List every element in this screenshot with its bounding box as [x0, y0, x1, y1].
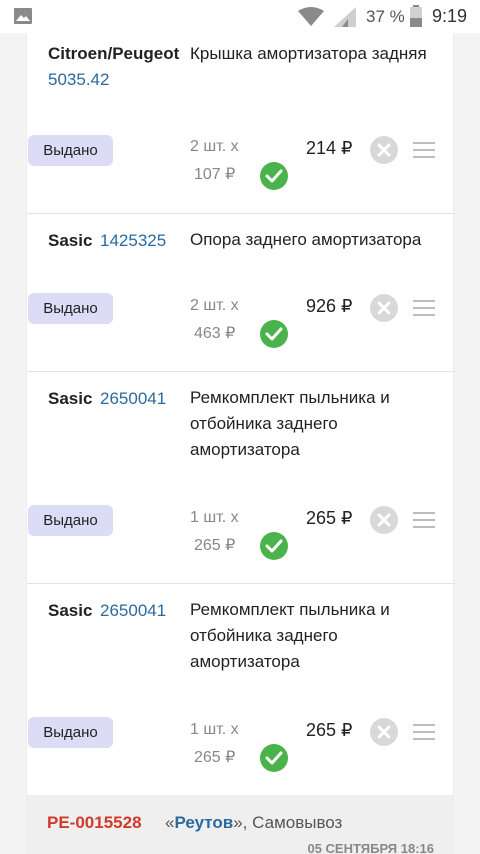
item-total: 265 ₽	[306, 508, 353, 528]
item-article[interactable]: 5035.42	[48, 70, 109, 90]
order-location: «Реутов», Самовывоз	[165, 813, 342, 833]
item-brand: Citroen/Peugeot	[48, 44, 180, 63]
image-icon	[14, 8, 32, 24]
order-header[interactable]: РЕ-0015528 «Реутов», Самовывоз 05 СЕНТЯБ…	[26, 795, 454, 854]
item-unit-price: 265 ₽	[194, 537, 236, 554]
item-qty: 2 шт. x	[190, 138, 239, 155]
order-delivery: Самовывоз	[252, 813, 343, 832]
item-unit-price: 463 ₽	[194, 325, 236, 342]
remove-icon[interactable]	[370, 136, 398, 164]
item-brand: Sasic	[48, 389, 93, 408]
item-name: Ремкомплект пыльника и отбойника заднего…	[190, 388, 390, 459]
item-name: Ремкомплект пыльника и отбойника заднего…	[190, 600, 390, 671]
item-name: Опора заднего амортизатора	[190, 230, 422, 249]
divider	[27, 371, 455, 372]
battery-icon	[410, 5, 422, 27]
check-icon	[260, 532, 288, 560]
check-icon	[260, 162, 288, 190]
clock: 9:19	[432, 6, 468, 26]
item-qty: 2 шт. x	[190, 297, 239, 314]
item-brand: Sasic	[48, 601, 93, 620]
status-bar: 37 % 9:19	[0, 0, 480, 33]
item-unit-price: 107 ₽	[194, 166, 236, 183]
item-total: 926 ₽	[306, 296, 353, 316]
item-brand: Sasic	[48, 231, 93, 250]
signal-icon	[334, 7, 356, 27]
menu-icon[interactable]	[413, 511, 435, 529]
item-qty: 1 шт. x	[190, 509, 239, 526]
order-items-list[interactable]: Citroen/Peugeot 5035.42 Крышка амортизат…	[0, 33, 480, 854]
order-card: Citroen/Peugeot 5035.42 Крышка амортизат…	[26, 33, 455, 795]
item-total: 214 ₽	[306, 138, 353, 158]
quote-close: »,	[233, 813, 248, 832]
status-badge: Выдано	[28, 135, 113, 166]
remove-icon[interactable]	[370, 718, 398, 746]
status-badge: Выдано	[28, 505, 113, 536]
menu-icon[interactable]	[413, 299, 435, 317]
item-unit-price: 265 ₽	[194, 749, 236, 766]
wifi-icon	[298, 7, 324, 26]
item-total: 265 ₽	[306, 720, 353, 740]
order-date: 05 СЕНТЯБРЯ 18:16	[307, 841, 434, 854]
order-city: Реутов	[174, 813, 234, 832]
divider	[27, 213, 455, 214]
remove-icon[interactable]	[370, 294, 398, 322]
item-qty: 1 шт. x	[190, 721, 239, 738]
item-article[interactable]: 2650041	[100, 389, 166, 409]
menu-icon[interactable]	[413, 723, 435, 741]
item-article[interactable]: 2650041	[100, 601, 166, 621]
status-badge: Выдано	[28, 293, 113, 324]
menu-icon[interactable]	[413, 141, 435, 159]
order-number[interactable]: РЕ-0015528	[47, 813, 142, 833]
check-icon	[260, 744, 288, 772]
item-name: Крышка амортизатора задняя	[190, 44, 427, 63]
battery-percent: 37 %	[366, 7, 405, 26]
check-icon	[260, 320, 288, 348]
status-badge: Выдано	[28, 717, 113, 748]
item-article[interactable]: 1425325	[100, 231, 166, 251]
divider	[27, 583, 455, 584]
remove-icon[interactable]	[370, 506, 398, 534]
